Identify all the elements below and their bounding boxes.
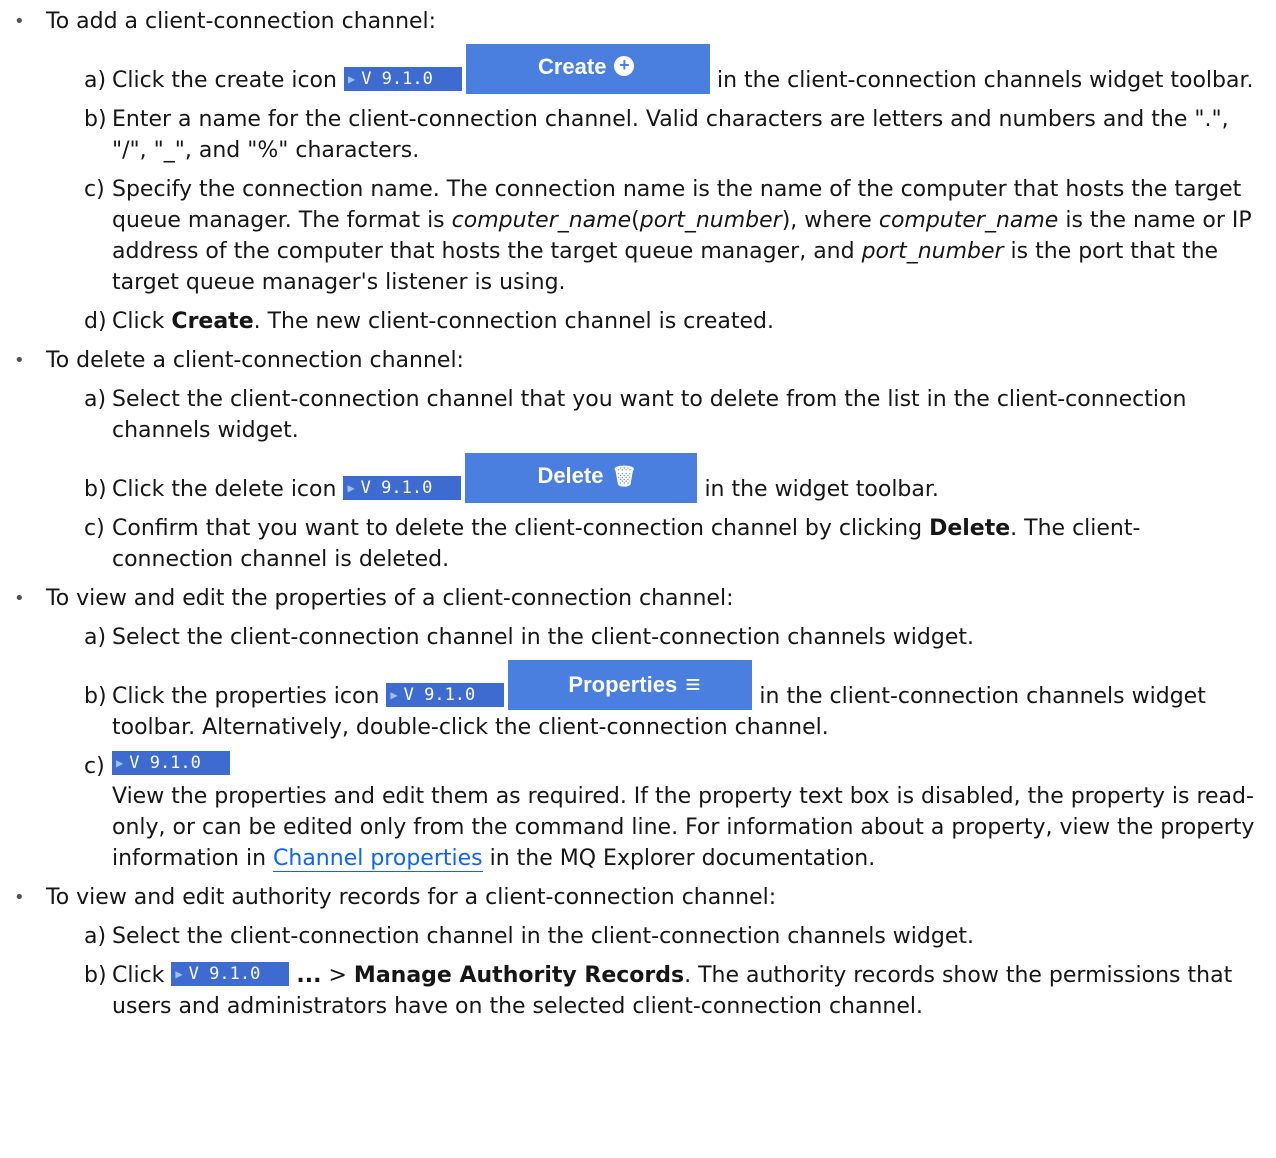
step-text: Click the properties icon [112, 684, 380, 709]
trash-icon: 🗑 [611, 466, 637, 488]
bullet-dot: • [14, 11, 25, 32]
bullet-title: To add a client-connection channel: [46, 9, 437, 34]
version-badge: ▶ V 9.1.0 [343, 67, 462, 91]
step-text: ( [631, 208, 640, 233]
step-label: c) [84, 754, 105, 779]
list-icon: ≡ [685, 669, 701, 699]
step-text: Select the client-connection channel in … [112, 625, 974, 650]
play-icon: ▶ [116, 756, 124, 770]
step-text: Select the client-connection channel tha… [112, 387, 1187, 443]
bold-term: Manage Authority Records [353, 963, 685, 988]
step-add-b: b) Enter a name for the client-connectio… [84, 104, 1256, 166]
step-authority-b: b) Click ▶ V 9.1.0 ... > Manage Authority… [84, 960, 1256, 1022]
step-properties-c: c) ▶ V 9.1.0 View the properties and edit… [84, 751, 1256, 874]
play-icon: ▶ [390, 688, 398, 702]
version-badge: ▶ V 9.1.0 [343, 476, 462, 500]
step-text: Click [112, 309, 172, 334]
bold-term: Create [171, 309, 254, 334]
add-circle-icon: + [614, 56, 635, 77]
step-text: Click [112, 963, 172, 988]
channel-properties-link[interactable]: Channel properties [273, 846, 483, 872]
step-delete-c: c) Confirm that you want to delete the c… [84, 513, 1256, 575]
step-text: Confirm that you want to delete the clie… [112, 516, 930, 541]
step-text: in the MQ Explorer documentation. [482, 846, 876, 871]
step-text: Enter a name for the client-connection c… [112, 107, 1229, 163]
step-label: a) [84, 68, 107, 93]
bullet-title: To view and edit the properties of a cli… [46, 586, 734, 611]
overflow-menu-term: ... [296, 963, 322, 988]
play-icon: ▶ [175, 967, 183, 981]
step-text: ), where [781, 208, 879, 233]
step-label: b) [84, 684, 107, 709]
step-label: b) [84, 477, 107, 502]
bullet-add-channel: • To add a client-connection channel: a)… [14, 6, 1256, 337]
play-icon: ▶ [347, 481, 355, 495]
step-label: c) [84, 177, 105, 202]
step-text: Click the delete icon [112, 477, 337, 502]
bullet-dot: • [14, 350, 25, 371]
italic-term: port_number [861, 239, 1004, 264]
italic-term: computer_name [451, 208, 632, 233]
version-badge: ▶ V 9.1.0 [171, 962, 290, 986]
version-badge-label: V 9.1.0 [129, 753, 201, 773]
step-delete-b: b) Click the delete icon ▶ V 9.1.0 Delete 🗑… [84, 453, 1256, 505]
bullet-view-properties: • To view and edit the properties of a c… [14, 583, 1256, 874]
step-text-after: in the widget toolbar. [704, 477, 939, 502]
step-text-after: in the client-connection channels widget… [716, 68, 1254, 93]
step-add-d: d) Click Create. The new client-connecti… [84, 306, 1256, 337]
step-label: c) [84, 516, 105, 541]
version-badge-label: V 9.1.0 [188, 964, 261, 984]
properties-button[interactable]: Properties ≡ [508, 660, 753, 710]
step-text: Select the client-connection channel in … [112, 924, 974, 949]
step-text: > [321, 963, 354, 988]
bullet-dot: • [14, 887, 25, 908]
step-text: . The new client-connection channel is c… [253, 309, 774, 334]
step-add-a: a) Click the create icon ▶ V 9.1.0 Create +… [84, 44, 1256, 96]
step-label: b) [84, 107, 107, 132]
play-icon: ▶ [347, 72, 356, 86]
document-body: • To add a client-connection channel: a)… [0, 0, 1276, 1022]
step-label: a) [84, 625, 107, 650]
step-label: a) [84, 387, 107, 412]
version-badge: ▶ V 9.1.0 [386, 683, 505, 707]
step-label: b) [84, 963, 107, 988]
step-properties-b: b) Click the properties icon ▶ V 9.1.0 Pro… [84, 660, 1256, 743]
version-badge-label: V 9.1.0 [360, 478, 433, 498]
italic-term: computer_name [878, 208, 1059, 233]
delete-button[interactable]: Delete 🗑 [465, 453, 698, 503]
bullet-title: To view and edit authority records for a… [46, 885, 777, 910]
step-text: Click the create icon [112, 68, 337, 93]
version-badge-label: V 9.1.0 [403, 685, 476, 705]
version-badge-label: V 9.1.0 [361, 69, 433, 89]
italic-term: port_number [639, 208, 782, 233]
step-delete-a: a) Select the client-connection channel … [84, 384, 1256, 446]
bold-term: Delete [929, 516, 1011, 541]
step-add-c: c) Specify the connection name. The conn… [84, 174, 1256, 298]
delete-button-label: Delete [537, 463, 604, 488]
bullet-title: To delete a client-connection channel: [46, 348, 464, 373]
bullet-dot: • [14, 588, 25, 609]
properties-button-label: Properties [568, 672, 678, 697]
bullet-authority-records: • To view and edit authority records for… [14, 882, 1256, 1022]
step-label: d) [84, 309, 107, 334]
step-label: a) [84, 924, 107, 949]
bullet-delete-channel: • To delete a client-connection channel:… [14, 345, 1256, 575]
version-badge: ▶ V 9.1.0 [112, 751, 230, 775]
create-button[interactable]: Create + [465, 44, 710, 94]
step-properties-a: a) Select the client-connection channel … [84, 622, 1256, 653]
step-authority-a: a) Select the client-connection channel … [84, 921, 1256, 952]
create-button-label: Create [537, 54, 607, 79]
